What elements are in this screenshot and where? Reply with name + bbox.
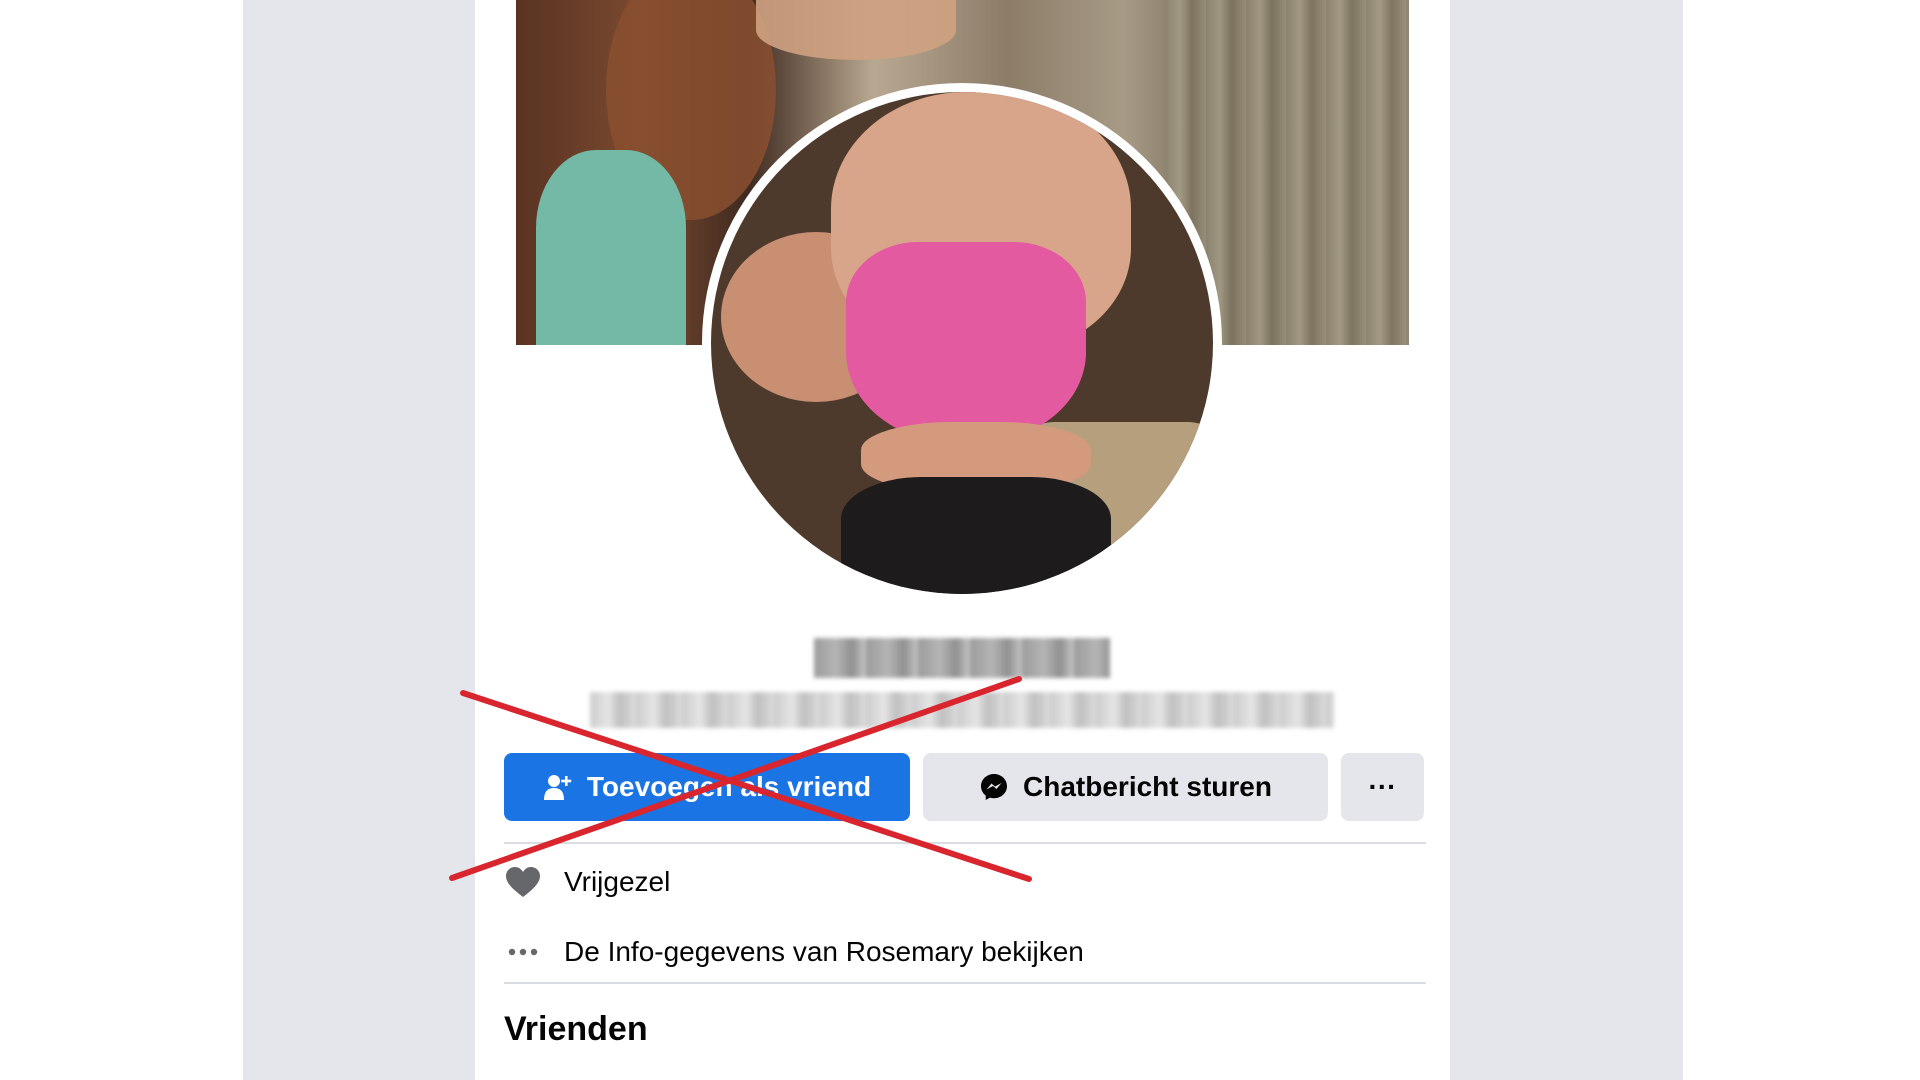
cover-face — [756, 0, 956, 60]
ellipsis-icon — [504, 933, 542, 971]
messenger-icon — [979, 772, 1009, 802]
add-friend-label: Toevoegen als vriend — [586, 771, 872, 802]
add-friend-button[interactable]: Toevoegen als vriend — [504, 753, 910, 821]
divider — [504, 982, 1426, 984]
relationship-status-row: Vrijgezel — [504, 862, 670, 902]
view-info-row[interactable]: De Info-gegevens van Rosemary bekijken — [504, 932, 1084, 972]
avatar-pants — [841, 477, 1111, 594]
add-friend-icon — [543, 773, 573, 801]
divider — [504, 842, 1426, 844]
send-message-label: Chatbericht sturen — [1023, 771, 1272, 802]
more-options-button[interactable]: ··· — [1341, 753, 1424, 821]
more-icon: ··· — [1368, 771, 1397, 802]
send-message-button[interactable]: Chatbericht sturen — [923, 753, 1328, 821]
avatar-top — [846, 242, 1086, 442]
relationship-status-text: Vrijgezel — [564, 866, 671, 897]
profile-picture[interactable] — [711, 92, 1213, 594]
view-info-link[interactable]: De Info-gegevens van Rosemary bekijken — [564, 936, 1084, 968]
friends-section-title: Vrienden — [504, 1010, 648, 1048]
left-background-panel — [243, 0, 475, 1080]
screenshot-stage: Toevoegen als vriend Chatbericht sturen … — [0, 0, 1920, 1080]
profile-name-redacted — [814, 638, 1110, 678]
right-background-panel — [1450, 0, 1683, 1080]
cover-shirt — [536, 150, 686, 345]
profile-subtitle-redacted — [590, 692, 1334, 728]
heart-icon — [504, 863, 542, 901]
